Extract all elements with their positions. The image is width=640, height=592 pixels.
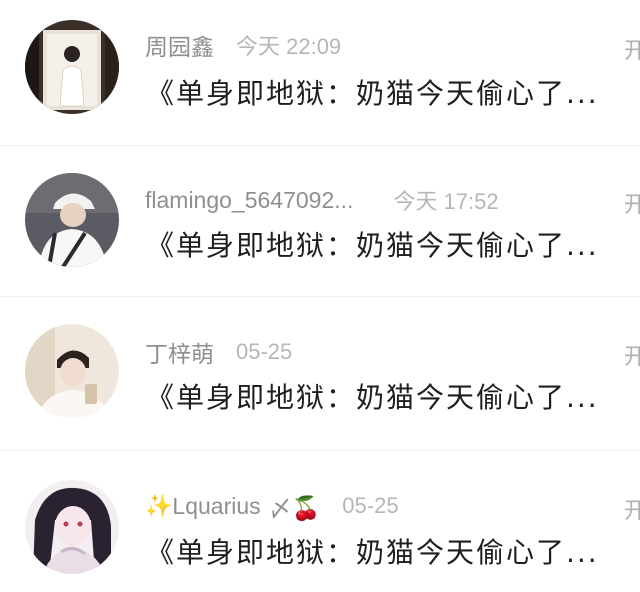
sparkle-icon: ✨	[145, 493, 173, 519]
row-action-label[interactable]: 开	[624, 187, 640, 219]
avatar-photo-icon	[25, 20, 119, 114]
avatar-photo-icon	[25, 480, 119, 574]
row-action-label[interactable]: 开	[624, 339, 640, 371]
sender-name[interactable]: Lquarius	[172, 493, 260, 520]
message-preview[interactable]: 《单身即地狱：奶猫今天偷心了...	[146, 72, 610, 112]
message-row[interactable]: 周园鑫 今天 22:09 《单身即地狱：奶猫今天偷心了... 开	[0, 0, 640, 152]
sender-name[interactable]: 丁梓萌	[145, 335, 214, 369]
message-meta: flamingo_5647092... 今天 17:52	[145, 184, 600, 216]
sender-name[interactable]: 周园鑫	[145, 28, 214, 62]
message-row[interactable]: ✨ Lquarius 〆🍒 05-25 《单身即地狱：奶猫今天偷心了... 开	[0, 450, 640, 592]
message-preview[interactable]: 《单身即地狱：奶猫今天偷心了...	[146, 224, 610, 264]
timestamp: 今天 22:09	[236, 34, 342, 59]
message-meta: ✨ Lquarius 〆🍒 05-25	[145, 490, 600, 522]
timestamp: 05-25	[342, 493, 399, 518]
avatar[interactable]	[25, 20, 119, 114]
sender-name[interactable]: flamingo_5647092...	[145, 187, 353, 214]
message-preview[interactable]: 《单身即地狱：奶猫今天偷心了...	[146, 531, 610, 571]
avatar[interactable]	[25, 173, 119, 267]
message-preview[interactable]: 《单身即地狱：奶猫今天偷心了...	[146, 376, 610, 416]
avatar[interactable]	[25, 480, 119, 574]
message-list: 周园鑫 今天 22:09 《单身即地狱：奶猫今天偷心了... 开 flaming…	[0, 0, 640, 592]
avatar-photo-icon	[25, 173, 119, 267]
timestamp: 05-25	[236, 339, 293, 364]
timestamp: 今天 17:52	[393, 189, 499, 214]
cherry-icon: 〆🍒	[268, 495, 321, 521]
avatar-photo-icon	[25, 324, 119, 418]
message-row[interactable]: 丁梓萌 05-25 《单身即地狱：奶猫今天偷心了... 开	[0, 297, 640, 451]
row-action-label[interactable]: 开	[624, 33, 640, 65]
avatar[interactable]	[25, 324, 119, 418]
message-meta: 周园鑫 今天 22:09	[145, 29, 600, 61]
message-row[interactable]: flamingo_5647092... 今天 17:52 《单身即地狱：奶猫今天…	[0, 146, 640, 298]
message-meta: 丁梓萌 05-25	[145, 336, 600, 368]
row-action-label[interactable]: 开	[624, 493, 640, 525]
